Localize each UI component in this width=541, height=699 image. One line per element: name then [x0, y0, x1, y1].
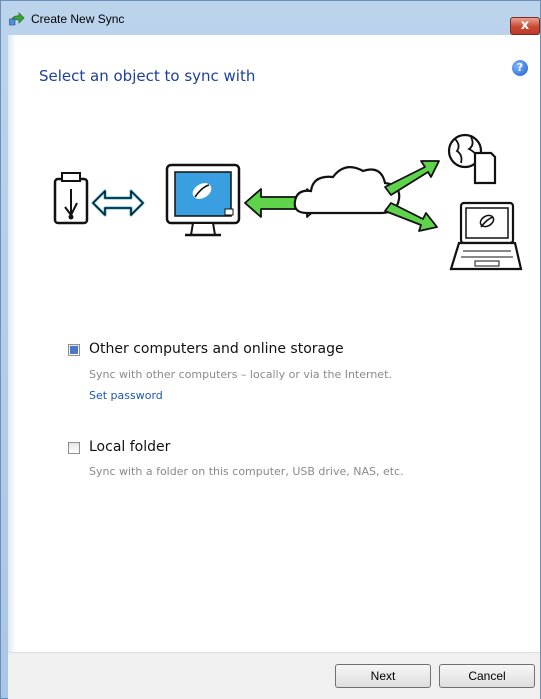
set-password-link[interactable]: Set password [89, 389, 163, 402]
other-computers-checkbox[interactable] [68, 344, 80, 356]
local-folder-label[interactable]: Local folder [89, 439, 170, 455]
sync-illustration [53, 133, 523, 271]
page-heading: Select an object to sync with [39, 67, 256, 85]
usb-sync-arrow [91, 189, 145, 217]
close-icon: x [520, 18, 530, 33]
cloud-icon [293, 166, 401, 215]
help-icon[interactable]: ? [512, 60, 528, 76]
usb-drive-icon [53, 172, 89, 225]
cloud-globe-arrow [384, 160, 440, 196]
footer-bar: Next Cancel [8, 652, 540, 699]
title-bar[interactable]: Create New Sync x [1, 1, 540, 35]
laptop-icon [449, 201, 523, 271]
cancel-button[interactable]: Cancel [439, 664, 535, 688]
close-button[interactable]: x [510, 17, 540, 35]
local-folder-checkbox[interactable] [68, 442, 80, 454]
create-new-sync-window: Create New Sync x Select an object to sy… [0, 0, 541, 699]
next-button[interactable]: Next [335, 664, 431, 688]
globe-folder-icon [447, 133, 497, 185]
other-computers-label[interactable]: Other computers and online storage [89, 341, 344, 357]
computer-icon [165, 163, 241, 237]
content-left-edge [8, 35, 16, 652]
cloud-laptop-arrow [384, 202, 438, 232]
window-title: Create New Sync [31, 12, 125, 26]
local-folder-description: Sync with a folder on this computer, USB… [89, 465, 404, 478]
sync-app-icon [9, 12, 25, 26]
other-computers-description: Sync with other computers – locally or v… [89, 368, 392, 381]
